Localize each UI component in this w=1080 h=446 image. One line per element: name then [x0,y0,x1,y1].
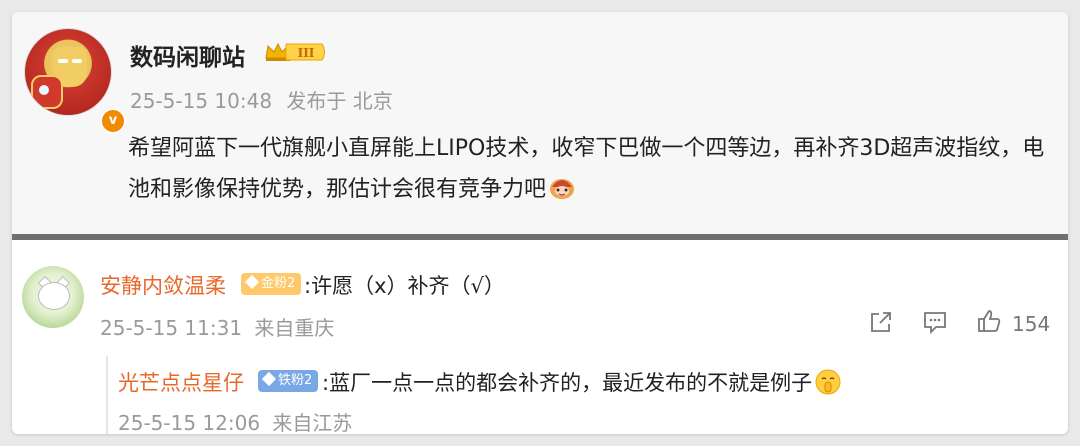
comment-icon[interactable] [922,309,948,335]
commenter-avatar[interactable] [22,266,84,328]
original-post: v 数码闲聊站 III 25-5-15 10:48 发布于 北京 希望阿蓝下一代… [12,12,1068,234]
reply-thread-line [106,356,108,434]
like-count: 154 [1012,312,1051,336]
poster-name[interactable]: 数码闲聊站 [130,38,245,72]
reply-location: 来自江苏 [272,411,353,434]
reply-text: :蓝厂一点一点的都会补齐的，最近发布的不就是例子 [322,371,813,395]
post-text: 希望阿蓝下一代旗舰小直屏能上LIPO技术，收窄下巴做一个四等边，再补齐3D超声波… [128,136,1045,202]
gold-fan-badge: 金粉2 [241,273,302,295]
iron-fan-badge: 铁粉2 [258,370,319,392]
verified-icon: v [100,108,126,134]
section-divider [12,234,1068,240]
comment-text: :许愿（x）补齐（√） [304,274,505,298]
weibo-card: v 数码闲聊站 III 25-5-15 10:48 发布于 北京 希望阿蓝下一代… [12,12,1068,434]
level-badge-text: III [298,46,315,60]
poster-avatar[interactable]: v [24,28,126,134]
gold-fan-badge-label: 金粉2 [261,276,296,291]
ironman-avatar-image [24,28,112,116]
reply-meta: 25-5-15 12:06 来自江苏 [118,407,352,434]
commenter-name[interactable]: 安静内敛温柔 [100,270,226,300]
reply-date: 25-5-15 12:06 [118,411,261,434]
member-level-badge-icon[interactable]: III [264,40,328,64]
like-icon[interactable] [976,308,1002,334]
comment-date: 25-5-15 11:31 [100,316,243,340]
post-body: 希望阿蓝下一代旗舰小直屏能上LIPO技术，收窄下巴做一个四等边，再补齐3D超声波… [128,128,1048,210]
share-icon[interactable] [868,309,894,335]
post-location: 发布于 北京 [286,89,393,113]
comment-location: 来自重庆 [254,316,335,340]
replier-name[interactable]: 光芒点点星仔 [118,367,244,397]
reply-body: :蓝厂一点一点的都会补齐的，最近发布的不就是例子 [322,367,842,397]
post-date: 25-5-15 10:48 [130,89,273,113]
comment-meta: 25-5-15 11:31 来自重庆 [100,312,334,341]
shush-emoji-icon [815,369,841,395]
post-meta: 25-5-15 10:48 发布于 北京 [130,85,393,114]
iron-fan-badge-label: 铁粉2 [278,373,313,388]
blush-emoji-icon [550,179,575,199]
gem-icon [261,371,277,387]
gem-icon [244,274,260,290]
